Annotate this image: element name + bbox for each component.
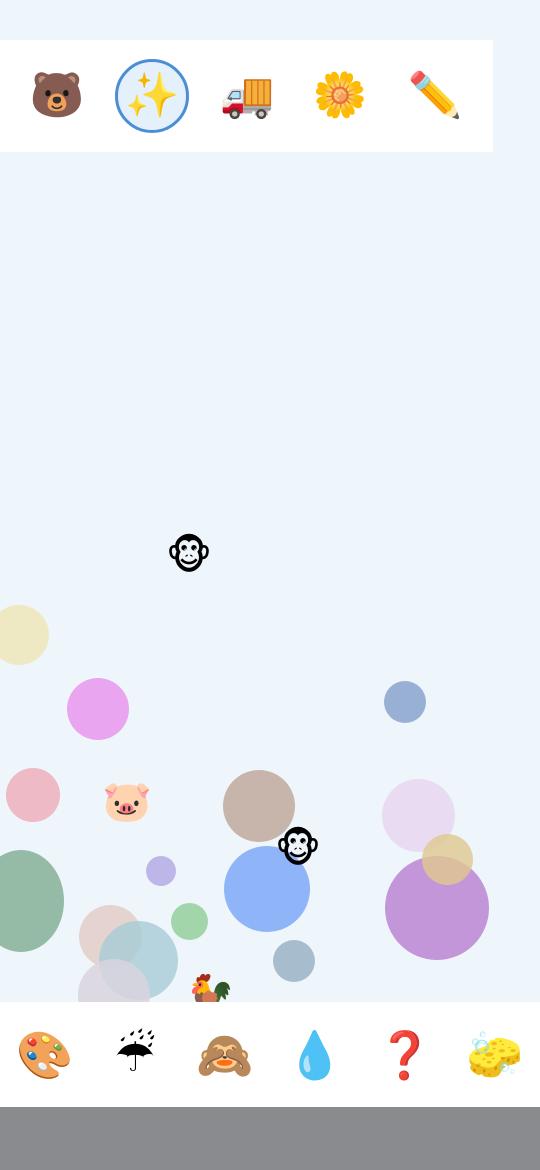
bubble	[422, 834, 473, 885]
tool-drop[interactable]: 💧	[270, 1002, 360, 1107]
bubble	[146, 856, 176, 886]
bubble	[6, 768, 60, 822]
umbrella-rain-icon: ☔	[114, 1027, 156, 1082]
tool-palette[interactable]: 🎨	[0, 1002, 90, 1107]
tool-pencil[interactable]: ✏️	[397, 40, 473, 152]
bubble	[384, 681, 426, 723]
tool-bear[interactable]: 🐻	[19, 40, 95, 152]
truck-icon: 🚚	[219, 70, 275, 121]
flower-icon: 🌼	[312, 70, 368, 121]
bubble	[0, 605, 49, 665]
system-navigation-bar	[0, 1107, 540, 1170]
pencil-icon: ✏️	[407, 70, 463, 121]
bubble	[0, 850, 64, 952]
see-no-evil-monkey-icon: 🙈	[196, 1027, 254, 1082]
sparkles-icon: ✨	[124, 70, 180, 121]
monkey-sticker: 🐵	[274, 826, 322, 872]
tool-clear[interactable]: 🧽	[450, 1002, 540, 1107]
tool-truck[interactable]: 🚚	[209, 40, 285, 152]
tool-flower[interactable]: 🌼	[302, 40, 378, 152]
question-mark-icon: ❓	[376, 1027, 434, 1082]
top-toolbar: 🐻 ✨ 🚚 🌼 ✏️	[0, 40, 493, 152]
droplet-icon: 💧	[286, 1027, 344, 1082]
pig-sticker: 🐷	[102, 779, 152, 825]
bear-icon: 🐻	[29, 70, 85, 121]
monkey-sticker: 🐵	[165, 533, 213, 579]
tool-sparkles[interactable]: ✨	[114, 40, 190, 152]
bottom-toolbar: 🎨 ☔ 🙈 💧 ❓ 🧽	[0, 1002, 540, 1107]
sponge-icon: 🧽	[466, 1027, 524, 1082]
tool-rain[interactable]: ☔	[90, 1002, 180, 1107]
bubble	[273, 940, 315, 982]
bubble	[67, 678, 129, 740]
selected-indicator: ✨	[115, 59, 189, 133]
drawing-canvas[interactable]: 🐵 🐷 🐵 🐓	[0, 152, 540, 1002]
tool-hide[interactable]: 🙈	[180, 1002, 270, 1107]
bubble	[171, 903, 208, 940]
tool-random[interactable]: ❓	[360, 1002, 450, 1107]
rooster-sticker: 🐓	[185, 973, 235, 1002]
palette-icon: 🎨	[16, 1027, 74, 1082]
